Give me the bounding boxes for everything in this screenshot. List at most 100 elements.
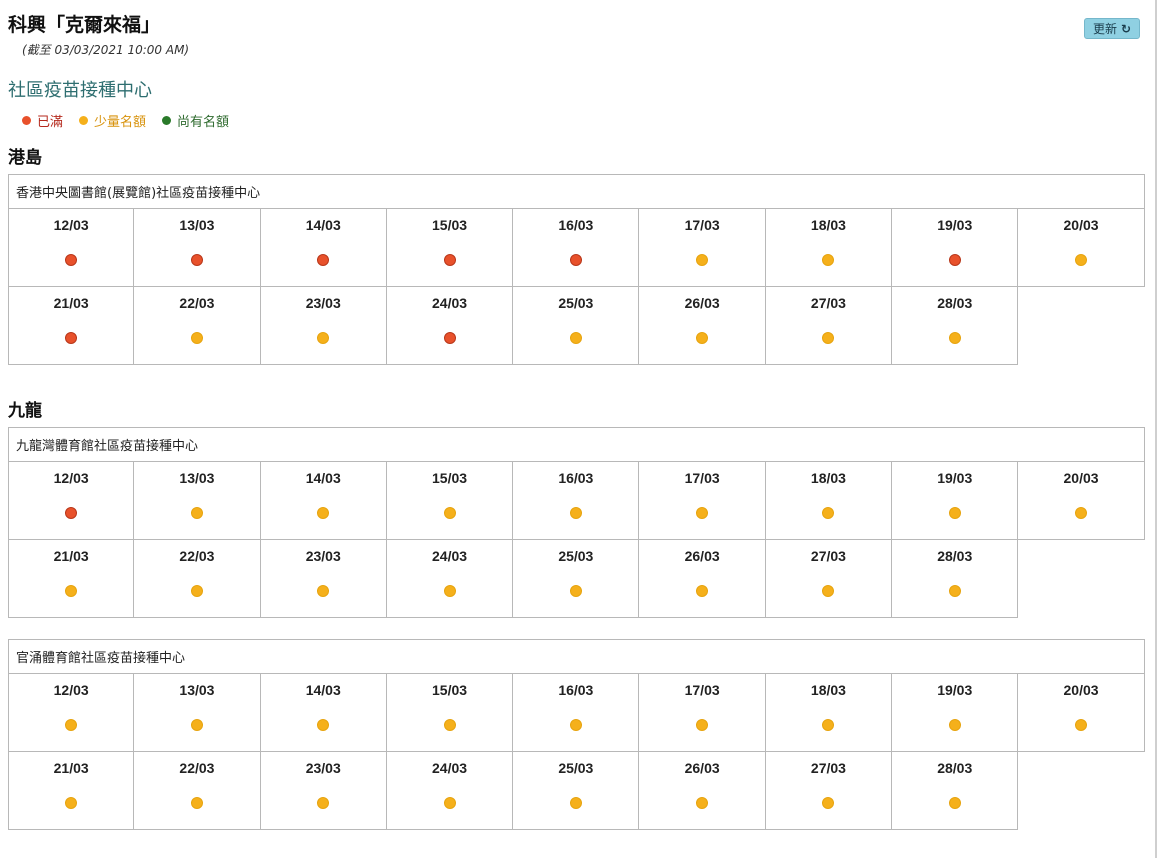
status-dot-few-icon xyxy=(569,507,582,519)
region-heading-kowloon: 九龍 xyxy=(8,401,42,421)
date-label: 13/03 xyxy=(179,682,215,698)
date-cell: 24/03 xyxy=(386,540,514,618)
date-cell: 22/03 xyxy=(134,287,261,365)
legend-item-few: 少量名額 xyxy=(79,111,146,130)
status-dot-few-icon xyxy=(443,585,456,597)
date-label: 23/03 xyxy=(305,760,341,776)
date-label: 13/03 xyxy=(179,470,215,486)
date-cell: 14/03 xyxy=(260,209,387,287)
center-table: 香港中央圖書館(展覽館)社區疫苗接種中心 12/03 13/03 14/03 15/0… xyxy=(8,174,1145,365)
date-cell: 21/03 xyxy=(8,540,135,618)
date-cell: 16/03 xyxy=(513,209,640,287)
date-cell: 20/03 xyxy=(1018,462,1145,540)
date-row: 21/03 22/03 23/03 24/03 25/03 26/03 27/03 28/03 xyxy=(8,287,1145,365)
date-label: 17/03 xyxy=(684,470,720,486)
date-cell: 23/03 xyxy=(260,752,387,830)
date-cell: 28/03 xyxy=(892,752,1019,830)
status-dot-few-icon xyxy=(65,719,78,731)
status-dot-few-icon xyxy=(696,797,709,809)
date-label: 17/03 xyxy=(684,217,720,233)
date-cell: 25/03 xyxy=(513,287,640,365)
date-cell: 16/03 xyxy=(513,462,640,540)
status-dot-few-icon xyxy=(190,797,203,809)
date-label: 18/03 xyxy=(810,217,846,233)
status-dot-few-icon xyxy=(822,332,835,344)
status-dot-few-icon xyxy=(569,332,582,344)
date-cell: 17/03 xyxy=(639,462,766,540)
date-cell: 27/03 xyxy=(765,752,893,830)
status-dot-full-icon xyxy=(65,254,78,266)
date-label: 22/03 xyxy=(179,760,215,776)
date-label: 26/03 xyxy=(684,295,720,311)
status-dot-few-icon xyxy=(696,585,709,597)
status-dot-few-icon xyxy=(696,254,709,266)
date-label: 14/03 xyxy=(305,682,341,698)
status-dot-few-icon xyxy=(190,585,203,597)
date-row: 21/03 22/03 23/03 24/03 25/03 26/03 27/03 28/03 xyxy=(8,752,1145,830)
status-dot-few-icon xyxy=(948,585,961,597)
date-cell: 21/03 xyxy=(8,752,135,830)
date-label: 23/03 xyxy=(305,295,341,311)
date-cell: 27/03 xyxy=(765,287,893,365)
status-dot-few-icon xyxy=(1075,719,1088,731)
date-label: 20/03 xyxy=(1063,682,1099,698)
status-dot-few-icon xyxy=(822,254,835,266)
date-cell: 19/03 xyxy=(892,462,1019,540)
date-cell: 27/03 xyxy=(765,540,893,618)
date-cell: 19/03 xyxy=(892,209,1019,287)
date-cell: 26/03 xyxy=(639,540,766,618)
date-label: 25/03 xyxy=(558,295,594,311)
date-label: 24/03 xyxy=(432,548,468,564)
date-cell: 14/03 xyxy=(260,674,387,752)
legend-item-full: 已滿 xyxy=(22,111,63,130)
status-dot-few-icon xyxy=(948,797,961,809)
legend-dot-full-icon xyxy=(22,116,31,125)
update-timestamp: (截至 03/03/2021 10:00 AM) xyxy=(22,43,190,57)
refresh-button[interactable]: 更新 ↻ xyxy=(1084,18,1140,39)
status-dot-few-icon xyxy=(822,507,835,519)
date-row: 21/03 22/03 23/03 24/03 25/03 26/03 27/03 28/03 xyxy=(8,540,1145,618)
date-label: 20/03 xyxy=(1063,217,1099,233)
date-label: 17/03 xyxy=(684,682,720,698)
refresh-icon: ↻ xyxy=(1120,21,1132,36)
status-dot-few-icon xyxy=(317,797,330,809)
status-dot-few-icon xyxy=(443,719,456,731)
center-table: 官涌體育館社區疫苗接種中心 12/03 13/03 14/03 15/03 16/03 1… xyxy=(8,639,1145,830)
date-label: 27/03 xyxy=(810,295,846,311)
status-dot-full-icon xyxy=(443,332,456,344)
date-label: 19/03 xyxy=(937,217,973,233)
date-label: 22/03 xyxy=(179,295,215,311)
status-dot-few-icon xyxy=(948,332,961,344)
date-label: 28/03 xyxy=(937,295,973,311)
date-row: 12/03 13/03 14/03 15/03 16/03 17/03 18/03 19/03… xyxy=(8,462,1145,540)
status-dot-few-icon xyxy=(317,507,330,519)
status-dot-few-icon xyxy=(190,507,203,519)
date-cell: 13/03 xyxy=(134,209,261,287)
date-row: 12/03 13/03 14/03 15/03 16/03 17/03 18/03 19/03… xyxy=(8,209,1145,287)
date-label: 16/03 xyxy=(558,682,594,698)
date-cell: 16/03 xyxy=(513,674,640,752)
date-cell: 25/03 xyxy=(513,752,640,830)
legend-item-available: 尚有名額 xyxy=(162,111,229,130)
legend-dot-available-icon xyxy=(162,116,172,125)
date-cell: 12/03 xyxy=(8,209,135,287)
status-dot-few-icon xyxy=(1075,507,1088,519)
date-cell: 26/03 xyxy=(639,752,766,830)
date-cell: 12/03 xyxy=(8,462,135,540)
date-label: 12/03 xyxy=(53,470,89,486)
date-label: 18/03 xyxy=(810,682,846,698)
status-dot-few-icon xyxy=(696,507,709,519)
date-cell: 22/03 xyxy=(134,752,261,830)
date-cell: 22/03 xyxy=(134,540,261,618)
legend-label-full: 已滿 xyxy=(37,115,64,130)
date-label: 25/03 xyxy=(558,760,594,776)
status-dot-full-icon xyxy=(569,254,582,266)
status-dot-few-icon xyxy=(317,719,330,731)
date-label: 26/03 xyxy=(684,548,720,564)
page-right-border xyxy=(1155,0,1157,858)
date-cell: 18/03 xyxy=(765,462,893,540)
date-cell: 25/03 xyxy=(513,540,640,618)
status-dot-few-icon xyxy=(948,507,961,519)
center-table: 九龍灣體育館社區疫苗接種中心 12/03 13/03 14/03 15/03 16/03… xyxy=(8,427,1145,618)
date-label: 15/03 xyxy=(432,217,468,233)
